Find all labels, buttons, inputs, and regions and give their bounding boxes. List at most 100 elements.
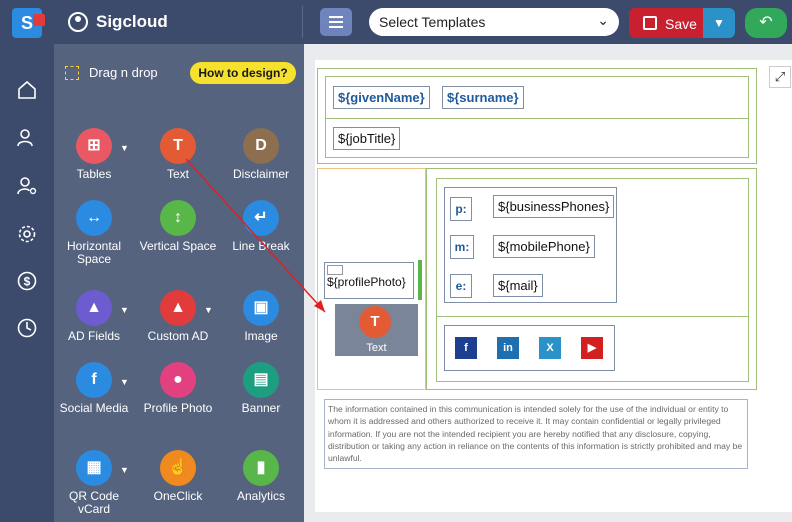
resize-handle[interactable]	[418, 260, 422, 300]
email-label: e:	[450, 274, 472, 298]
caret-down-icon[interactable]: ▼	[120, 143, 129, 153]
social-media-icon: f	[76, 362, 112, 398]
undo-icon: ↶	[759, 14, 773, 31]
youtube-icon[interactable]: ▶	[581, 337, 603, 359]
tool-label: Profile Photo	[143, 401, 213, 415]
tool-profile-photo[interactable]: ● Profile Photo	[138, 362, 218, 432]
tool-line-break[interactable]: ↵ Line Break	[221, 200, 301, 270]
tool-oneclick[interactable]: ☝ OneClick	[138, 450, 218, 520]
icon-rail: $	[0, 44, 54, 522]
chevron-down-icon: ⌄	[597, 12, 609, 28]
tool-disclaimer[interactable]: D Disclaimer	[221, 128, 301, 198]
tool-label: OneClick	[153, 489, 203, 503]
brand-icon	[68, 12, 88, 32]
tools-panel: Drag n drop How to design? ⊞ ▼ Tables T Text…	[54, 44, 304, 522]
custom-ad-icon: ▲	[160, 290, 196, 326]
table-icon: ⊞	[76, 128, 112, 164]
brand-name: Sigcloud	[96, 12, 168, 31]
tool-label: Vertical Space	[139, 239, 217, 253]
svg-text:$: $	[24, 275, 31, 289]
disclaimer-text[interactable]: The information contained in this commun…	[324, 399, 748, 469]
ad-fields-icon: ▲	[76, 290, 112, 326]
linkedin-icon[interactable]: in	[497, 337, 519, 359]
line-break-icon: ↵	[243, 200, 279, 236]
x-icon[interactable]: X	[539, 337, 561, 359]
caret-down-icon[interactable]: ▼	[204, 305, 213, 315]
save-button[interactable]: Save	[629, 8, 703, 38]
tool-image[interactable]: ▣ Image	[221, 290, 301, 360]
caret-down-icon[interactable]: ▼	[120, 465, 129, 475]
tool-label: Custom AD	[147, 329, 209, 343]
save-dropdown-button[interactable]: ▼	[703, 8, 735, 38]
disclaimer-icon: D	[243, 128, 279, 164]
vertical-space-icon: ↕	[160, 200, 196, 236]
tool-analytics[interactable]: ▮ Analytics	[221, 450, 301, 520]
analytics-icon: ▮	[243, 450, 279, 486]
caret-down-icon[interactable]: ▼	[120, 305, 129, 315]
info-divider	[436, 316, 749, 317]
tool-qr-code-vcard[interactable]: ▦ ▼ QR Code vCard	[54, 450, 134, 520]
job-title-token[interactable]: ${jobTitle}	[333, 127, 401, 150]
tool-horizontal-space[interactable]: ↔ Horizontal Space	[54, 200, 134, 270]
tool-label: Line Break	[232, 239, 290, 253]
drag-ghost-text[interactable]: T Text	[335, 304, 418, 356]
top-bar: S Sigcloud Select Templates ⌄ Save ▼ ↶	[0, 0, 792, 44]
profile-photo-token[interactable]: ${profilePhoto}	[324, 262, 414, 299]
home-icon[interactable]	[17, 80, 37, 100]
users-icon[interactable]	[17, 128, 37, 148]
tool-label: Social Media	[59, 401, 129, 415]
given-name-token[interactable]: ${givenName}	[333, 86, 430, 109]
tool-social-media[interactable]: f ▼ Social Media	[54, 362, 134, 432]
text-icon: T	[160, 128, 196, 164]
tool-label: Banner	[241, 401, 281, 415]
save-icon	[643, 16, 657, 30]
facebook-icon[interactable]: f	[455, 337, 477, 359]
mobile-label: m:	[450, 235, 474, 259]
image-icon: ▣	[243, 290, 279, 326]
tool-vertical-space[interactable]: ↕ Vertical Space	[138, 200, 218, 270]
divider	[302, 6, 303, 38]
tool-tables[interactable]: ⊞ ▼ Tables	[54, 128, 134, 198]
how-to-design-button[interactable]: How to design?	[190, 62, 296, 84]
tool-banner[interactable]: ▤ Banner	[221, 362, 301, 432]
analytics-clock-icon[interactable]	[17, 318, 37, 338]
drag-drop-icon	[65, 66, 79, 80]
caret-down-icon[interactable]: ▼	[120, 377, 129, 387]
undo-button[interactable]: ↶	[745, 8, 787, 38]
profile-photo-icon: ●	[160, 362, 196, 398]
tool-ad-fields[interactable]: ▲ ▼ AD Fields	[54, 290, 134, 360]
template-select[interactable]: Select Templates ⌄	[369, 8, 619, 36]
row-divider	[325, 118, 749, 119]
email-token[interactable]: ${mail}	[493, 274, 543, 297]
tool-label: Image	[244, 329, 278, 343]
gear-icon[interactable]	[17, 224, 37, 244]
qr-code-icon: ▦	[76, 450, 112, 486]
tool-label: Tables	[76, 167, 112, 181]
app-logo[interactable]: S	[12, 8, 45, 38]
save-label: Save	[665, 16, 697, 32]
tool-label: AD Fields	[67, 329, 120, 343]
banner-icon: ▤	[243, 362, 279, 398]
expand-icon[interactable]: ⤢	[769, 66, 791, 88]
text-icon: T	[359, 306, 391, 338]
template-select-value: Select Templates	[379, 14, 486, 30]
broken-image-icon	[327, 265, 343, 275]
tool-text[interactable]: T Text	[138, 128, 218, 198]
drag-drop-label: Drag n drop	[89, 65, 158, 80]
panel-header: Drag n drop How to design?	[54, 44, 304, 94]
phone-token[interactable]: ${businessPhones}	[493, 195, 615, 218]
oneclick-icon: ☝	[160, 450, 196, 486]
tool-label: Horizontal Space	[66, 239, 122, 266]
tool-label: Analytics	[236, 489, 286, 503]
surname-token[interactable]: ${surname}	[442, 86, 524, 109]
tool-label: Disclaimer	[232, 167, 289, 181]
user-settings-icon[interactable]	[17, 176, 37, 196]
mobile-token[interactable]: ${mobilePhone}	[493, 235, 595, 258]
tool-label: Text	[166, 167, 189, 181]
profile-photo-label: ${profilePhoto}	[327, 275, 406, 289]
phone-label: p:	[450, 197, 472, 221]
tool-label: QR Code vCard	[68, 489, 120, 516]
tool-custom-ad[interactable]: ▲ ▼ Custom AD	[138, 290, 218, 360]
dollar-icon[interactable]: $	[17, 271, 37, 291]
menu-button[interactable]	[320, 8, 352, 36]
